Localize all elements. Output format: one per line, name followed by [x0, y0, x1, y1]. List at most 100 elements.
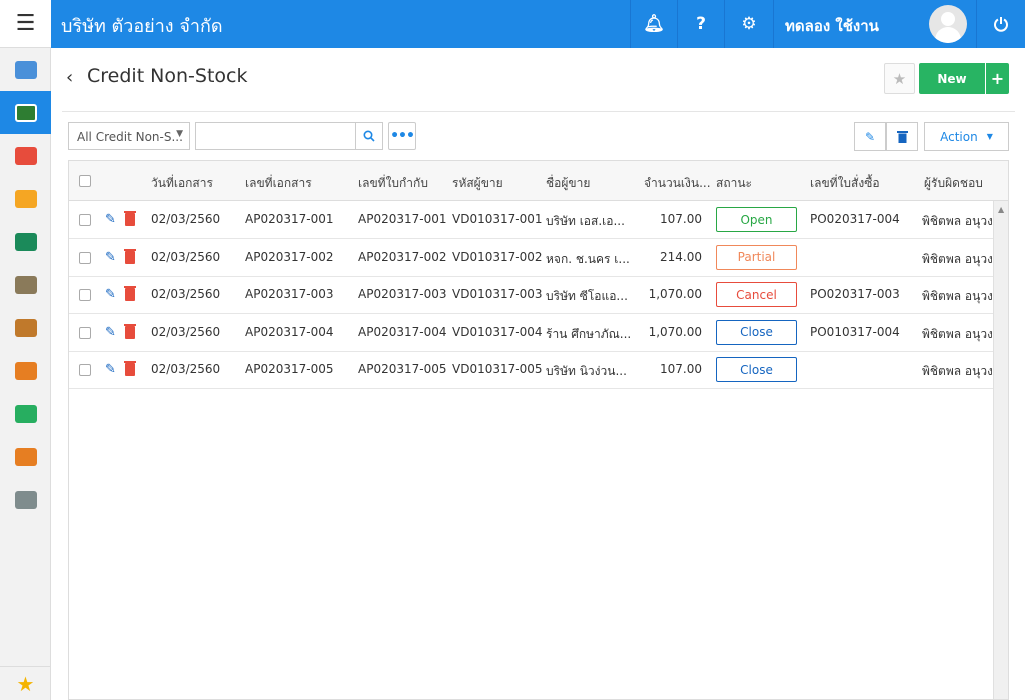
cell-doc-date: 02/03/2560 — [151, 324, 221, 339]
notifications-button[interactable]: 🔔︎ — [630, 0, 677, 48]
table-row[interactable]: ✎ 02/03/2560 AP020317-005 AP020317-005 VD010… — [69, 351, 993, 390]
cell-doc-no: AP020317-004 — [245, 324, 334, 339]
header-invoice-no[interactable]: เลขที่ใบกำกับ — [358, 174, 428, 193]
cell-vendor-code: VD010317-001 — [452, 212, 543, 226]
delete-row-icon[interactable] — [124, 211, 136, 226]
sidebar-item-wallet[interactable] — [0, 306, 51, 349]
delete-row-icon[interactable] — [124, 286, 136, 302]
sidebar-item-people[interactable] — [0, 349, 51, 392]
action-label: Action — [940, 129, 978, 144]
page-header: ‹ Credit Non-Stock ★ New + — [62, 50, 1015, 112]
avatar — [929, 5, 967, 43]
dashboard-icon — [14, 60, 37, 79]
search-button[interactable] — [355, 122, 383, 150]
edit-row-icon[interactable]: ✎ — [105, 250, 116, 265]
cell-owner: พิชิตพล อนุวง — [922, 251, 992, 266]
header-doc-date[interactable]: วันที่เอกสาร — [151, 174, 213, 193]
row-checkbox[interactable] — [79, 214, 91, 226]
sidebar-item-check-circle[interactable] — [0, 392, 51, 435]
cell-po-no: PO020317-003 — [810, 287, 900, 302]
header-vendor-name[interactable]: ชื่อผู้ขาย — [546, 174, 590, 193]
header-status[interactable]: สถานะ — [716, 174, 752, 193]
sidebar-item-cart[interactable] — [0, 134, 51, 177]
add-options-button[interactable]: + — [986, 63, 1009, 94]
row-checkbox[interactable] — [79, 289, 91, 302]
cell-vendor-code: VD010317-004 — [452, 324, 543, 339]
logout-button[interactable] — [976, 0, 1025, 48]
cell-doc-no: AP020317-001 — [245, 212, 334, 226]
cell-invoice-no: AP020317-004 — [358, 324, 447, 339]
user-name: ทดลอง ใช้งาน — [785, 17, 879, 35]
sidebar-item-box[interactable] — [0, 177, 51, 220]
more-options-button[interactable]: ••• — [388, 122, 416, 150]
row-checkbox[interactable] — [79, 364, 91, 377]
box-icon — [14, 189, 37, 208]
row-checkbox[interactable] — [79, 251, 91, 264]
edit-row-icon[interactable]: ✎ — [105, 212, 116, 227]
bank-icon — [14, 275, 37, 294]
cell-doc-date: 02/03/2560 — [151, 362, 221, 377]
delete-row-icon[interactable] — [124, 323, 136, 339]
cell-amount: 214.00 — [660, 249, 702, 264]
delete-row-icon[interactable] — [124, 248, 136, 264]
cell-amount: 107.00 — [660, 362, 702, 377]
table-row[interactable]: ✎ 02/03/2560 AP020317-001 AP020317-001 VD010… — [69, 201, 993, 239]
edit-row-icon[interactable]: ✎ — [105, 362, 116, 377]
power-icon — [994, 17, 1008, 32]
header-owner[interactable]: ผู้รับผิดชอบ — [924, 174, 983, 193]
sidebar-item-dashboard[interactable] — [0, 48, 51, 91]
row-checkbox[interactable] — [79, 326, 91, 339]
sidebar-item-bank[interactable] — [0, 263, 51, 306]
star-icon: ★ — [16, 671, 35, 696]
header-doc-no[interactable]: เลขที่เอกสาร — [245, 174, 312, 193]
action-dropdown[interactable]: Action ▼ — [924, 122, 1009, 151]
trash-icon — [896, 131, 908, 143]
back-button[interactable]: ‹ — [66, 67, 73, 88]
bell-icon: 🔔︎ — [643, 14, 665, 34]
edit-row-icon[interactable]: ✎ — [105, 287, 116, 302]
sidebar-item-money[interactable] — [0, 91, 51, 134]
table-row[interactable]: ✎ 02/03/2560 AP020317-004 AP020317-004 VD010… — [69, 314, 993, 352]
edit-row-icon[interactable]: ✎ — [105, 325, 116, 340]
table-row[interactable]: ✎ 02/03/2560 AP020317-003 AP020317-003 VD010… — [69, 276, 993, 315]
pencil-icon: ✎ — [864, 129, 876, 144]
status-badge: Close — [716, 357, 797, 383]
sidebar-item-book[interactable] — [0, 220, 51, 263]
header-amount[interactable]: จำนวนเงิน... — [644, 174, 710, 193]
cell-amount: 1,070.00 — [648, 287, 702, 302]
help-icon: ? — [696, 14, 706, 34]
cell-po-no: PO020317-004 — [810, 212, 900, 226]
header-vendor-code[interactable]: รหัสผู้ขาย — [452, 174, 503, 193]
favorite-button[interactable]: ★ — [884, 63, 915, 94]
settings-button[interactable]: ⚙ — [724, 0, 773, 48]
select-all-checkbox[interactable] — [79, 175, 91, 187]
favorites-button[interactable]: ★ — [0, 666, 51, 700]
cell-doc-date: 02/03/2560 — [151, 249, 221, 264]
delete-row-icon[interactable] — [124, 361, 136, 377]
table-row[interactable]: ✎ 02/03/2560 AP020317-002 AP020317-002 VD010… — [69, 239, 993, 277]
scroll-up-icon[interactable]: ▲ — [998, 205, 1004, 214]
cell-vendor-name: หจก. ช.นคร เ... — [546, 251, 630, 266]
vertical-scrollbar[interactable]: ▲ — [993, 201, 1008, 699]
user-menu[interactable]: ทดลอง ใช้งาน — [773, 0, 975, 48]
filter-select[interactable]: All Credit Non-S... ▼ — [68, 122, 190, 150]
sidebar-item-report[interactable] — [0, 435, 51, 478]
caret-down-icon: ▼ — [986, 132, 993, 141]
menu-button[interactable]: ☰ — [0, 0, 51, 48]
cell-doc-no: AP020317-005 — [245, 362, 334, 377]
menu-icon: ☰ — [15, 10, 36, 36]
cell-doc-no: AP020317-003 — [245, 287, 334, 302]
sidebar-item-tools[interactable] — [0, 478, 51, 521]
search-input[interactable] — [195, 122, 356, 150]
cell-invoice-no: AP020317-001 — [358, 212, 447, 226]
caret-down-icon: ▼ — [176, 129, 183, 139]
top-bar: ☰ บริษัท ตัวอย่าง จำกัด 🔔︎ ? ⚙ ทดลอง ใช้… — [0, 0, 1025, 48]
bulk-delete-button[interactable] — [886, 122, 918, 151]
help-button[interactable]: ? — [677, 0, 724, 48]
cell-amount: 1,070.00 — [648, 324, 702, 339]
cell-vendor-code: VD010317-005 — [452, 362, 543, 377]
new-button[interactable]: New — [919, 63, 985, 94]
header-po-no[interactable]: เลขที่ใบสั่งซื้อ — [810, 174, 880, 193]
bulk-edit-button[interactable]: ✎ — [854, 122, 886, 151]
status-badge: Partial — [716, 244, 797, 270]
